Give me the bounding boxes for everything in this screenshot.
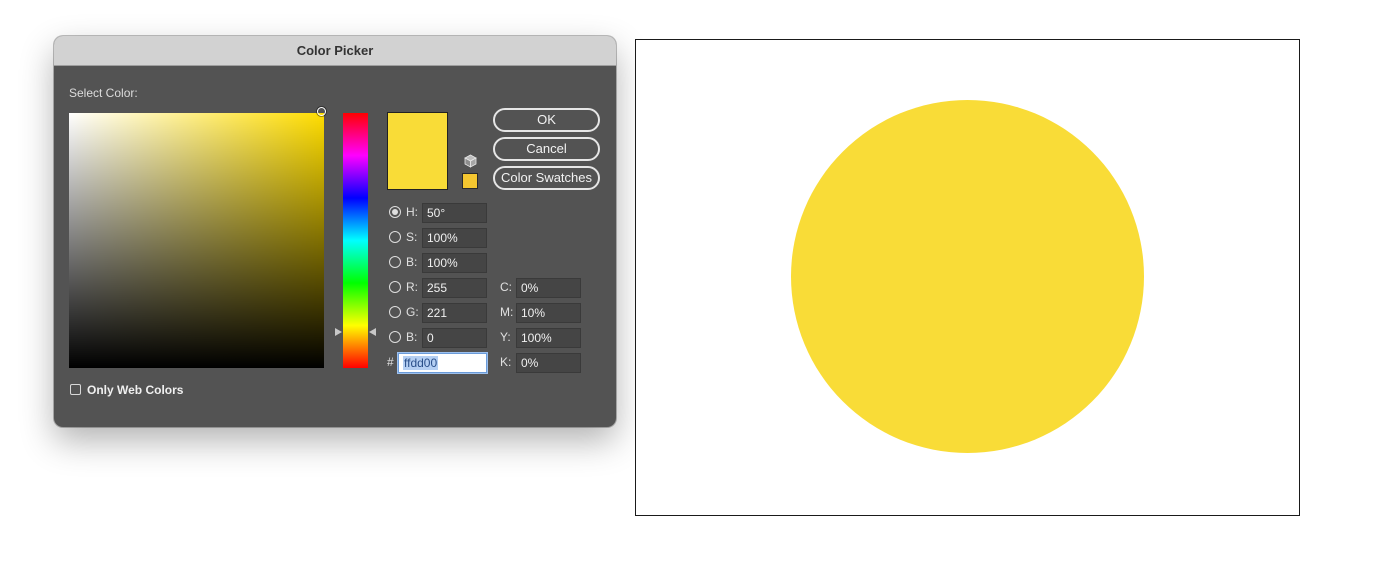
green-input[interactable]: 221 (422, 303, 487, 323)
saturation-row: S: 100% (389, 228, 489, 248)
hex-input[interactable]: ffdd00 (398, 353, 487, 373)
only-web-colors-checkbox[interactable] (70, 384, 81, 395)
yellow-circle-shape[interactable] (791, 100, 1144, 453)
color-field-marker[interactable] (317, 107, 326, 116)
magenta-row: M: 10% (500, 303, 585, 323)
only-web-colors-label: Only Web Colors (87, 383, 184, 397)
artboard-canvas (635, 39, 1300, 516)
blue-input[interactable]: 0 (422, 328, 487, 348)
black-input[interactable]: 0% (516, 353, 581, 373)
hue-input[interactable]: 50° (422, 203, 487, 223)
red-input[interactable]: 255 (422, 278, 487, 298)
saturation-label: S: (406, 230, 418, 244)
red-row: R: 255 (389, 278, 489, 298)
hex-row: # ffdd00 (387, 353, 489, 373)
blue-radio[interactable] (389, 331, 401, 343)
magenta-label: M: (500, 305, 514, 319)
cyan-label: C: (500, 280, 512, 294)
color-picker-dialog: Color Picker Select Color: OK Cancel Col… (54, 36, 616, 427)
saturation-input[interactable]: 100% (422, 228, 487, 248)
hue-radio[interactable] (389, 206, 401, 218)
black-label: K: (500, 355, 512, 369)
red-radio[interactable] (389, 281, 401, 293)
brightness-input[interactable]: 100% (422, 253, 487, 273)
dialog-title: Color Picker (54, 36, 616, 66)
blue-label: B: (406, 330, 418, 344)
cyan-input[interactable]: 0% (516, 278, 581, 298)
color-swatches-button[interactable]: Color Swatches (493, 166, 600, 190)
select-color-label: Select Color: (69, 86, 138, 100)
ok-button[interactable]: OK (493, 108, 600, 132)
hue-slider[interactable] (343, 113, 368, 368)
cube-icon[interactable] (464, 154, 477, 168)
red-label: R: (406, 280, 418, 294)
hue-label: H: (406, 205, 418, 219)
saturation-brightness-field[interactable] (69, 113, 324, 368)
hex-value-selection: ffdd00 (403, 356, 439, 370)
cyan-row: C: 0% (500, 278, 585, 298)
blue-row: B: 0 (389, 328, 489, 348)
brightness-radio[interactable] (389, 256, 401, 268)
black-row: K: 0% (500, 353, 585, 373)
hue-row: H: 50° (389, 203, 489, 223)
hex-label: # (387, 355, 394, 369)
green-label: G: (406, 305, 419, 319)
hue-slider-handle-right[interactable] (369, 328, 376, 336)
cancel-button[interactable]: Cancel (493, 137, 600, 161)
brightness-label: B: (406, 255, 418, 269)
green-radio[interactable] (389, 306, 401, 318)
brightness-row: B: 100% (389, 253, 489, 273)
green-row: G: 221 (389, 303, 489, 323)
new-color-swatch (387, 112, 448, 190)
yellow-row: Y: 100% (500, 328, 585, 348)
web-safe-color-swatch[interactable] (462, 173, 478, 189)
yellow-label: Y: (500, 330, 511, 344)
magenta-input[interactable]: 10% (516, 303, 581, 323)
yellow-input[interactable]: 100% (516, 328, 581, 348)
saturation-radio[interactable] (389, 231, 401, 243)
hue-slider-handle-left[interactable] (335, 328, 342, 336)
